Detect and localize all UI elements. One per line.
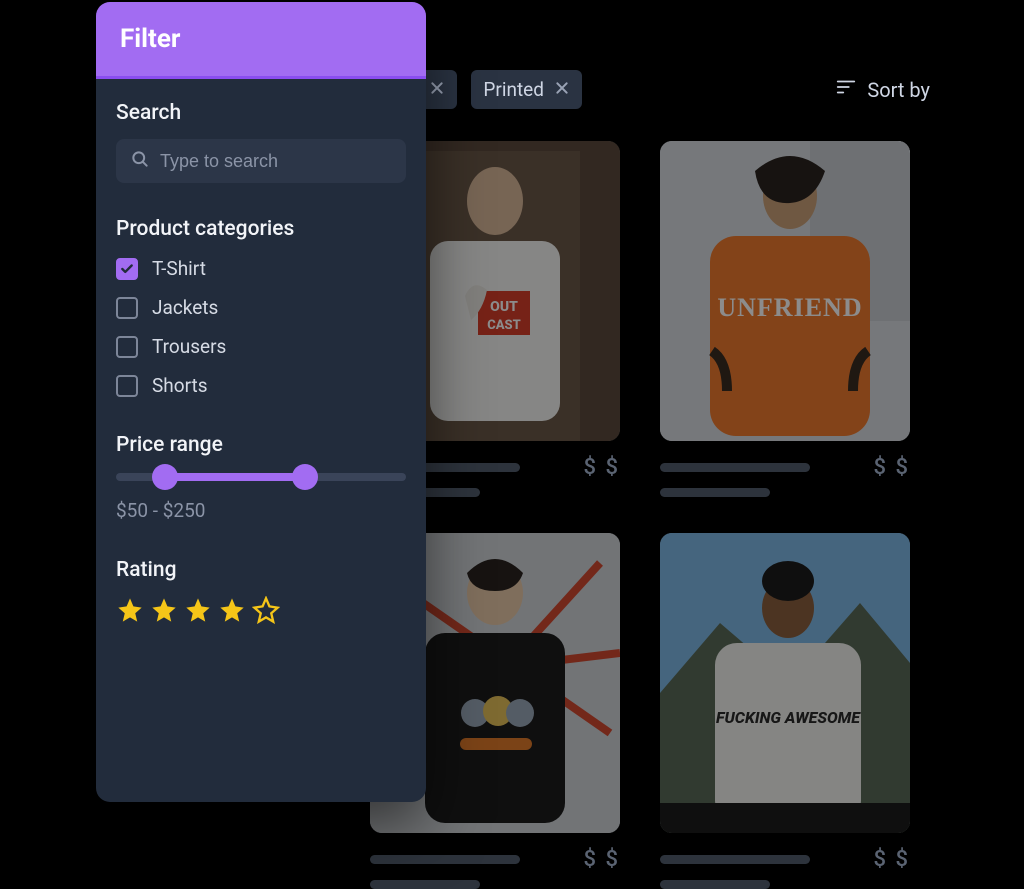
rating-label: Rating bbox=[116, 558, 406, 582]
star-icon[interactable] bbox=[150, 596, 178, 628]
checkbox[interactable] bbox=[116, 375, 138, 397]
placeholder-bar bbox=[660, 463, 810, 472]
filter-header: Filter bbox=[96, 2, 426, 79]
product-meta: $ $ bbox=[370, 847, 620, 872]
close-icon[interactable] bbox=[554, 78, 570, 101]
product-card[interactable]: FUCKING AWESOME $ $ bbox=[660, 533, 910, 889]
rating-stars[interactable] bbox=[116, 596, 406, 628]
sort-by-button[interactable]: Sort by bbox=[835, 76, 930, 103]
toolbar: Man Printed Sort by bbox=[370, 70, 930, 109]
placeholder-bar bbox=[660, 855, 810, 864]
placeholder-bar bbox=[660, 880, 770, 889]
placeholder-bar bbox=[370, 855, 520, 864]
star-outline-icon[interactable] bbox=[252, 596, 280, 628]
price-range-text: $50 - $250 bbox=[116, 499, 406, 522]
price-indicator: $ $ bbox=[584, 847, 620, 872]
product-thumb: UNFRIEND bbox=[660, 141, 910, 441]
search-input[interactable] bbox=[160, 151, 392, 172]
price-range-label: Price range bbox=[116, 433, 406, 457]
category-label: Trousers bbox=[152, 335, 226, 358]
close-icon[interactable] bbox=[429, 78, 445, 101]
star-icon[interactable] bbox=[218, 596, 246, 628]
slider-handle-min[interactable] bbox=[152, 464, 178, 490]
product-grid-area: Man Printed Sort by bbox=[370, 70, 930, 889]
card-grid: OUT CAST $ $ bbox=[370, 141, 930, 889]
search-icon bbox=[130, 149, 150, 173]
product-meta: $ $ bbox=[660, 455, 910, 480]
placeholder-bar bbox=[370, 880, 480, 889]
category-label: T-Shirt bbox=[152, 257, 206, 280]
filter-panel: Filter Search Product categories T-Shirt… bbox=[96, 2, 426, 802]
search-input-wrap[interactable] bbox=[116, 139, 406, 183]
category-item-jackets[interactable]: Jackets bbox=[116, 296, 406, 319]
sort-icon bbox=[835, 76, 857, 103]
filter-chip-printed[interactable]: Printed bbox=[471, 70, 582, 109]
price-indicator: $ $ bbox=[874, 455, 910, 480]
checkbox[interactable] bbox=[116, 258, 138, 280]
price-indicator: $ $ bbox=[874, 847, 910, 872]
search-label: Search bbox=[116, 101, 406, 125]
category-label: Shorts bbox=[152, 374, 208, 397]
placeholder-bar bbox=[660, 488, 770, 497]
price-slider[interactable] bbox=[116, 473, 406, 481]
slider-handle-max[interactable] bbox=[292, 464, 318, 490]
checkbox[interactable] bbox=[116, 297, 138, 319]
category-item-trousers[interactable]: Trousers bbox=[116, 335, 406, 358]
sort-label: Sort by bbox=[867, 78, 930, 102]
filter-title: Filter bbox=[120, 24, 180, 54]
price-indicator: $ $ bbox=[584, 455, 620, 480]
product-card[interactable]: UNFRIEND $ $ bbox=[660, 141, 910, 497]
product-meta: $ $ bbox=[660, 847, 910, 872]
product-thumb: FUCKING AWESOME bbox=[660, 533, 910, 833]
category-item-tshirt[interactable]: T-Shirt bbox=[116, 257, 406, 280]
star-icon[interactable] bbox=[116, 596, 144, 628]
category-list: T-Shirt Jackets Trousers Shorts bbox=[116, 257, 406, 397]
category-item-shorts[interactable]: Shorts bbox=[116, 374, 406, 397]
categories-label: Product categories bbox=[116, 217, 406, 241]
category-label: Jackets bbox=[152, 296, 218, 319]
chip-label: Printed bbox=[483, 78, 544, 101]
star-icon[interactable] bbox=[184, 596, 212, 628]
slider-fill bbox=[165, 473, 304, 481]
checkbox[interactable] bbox=[116, 336, 138, 358]
